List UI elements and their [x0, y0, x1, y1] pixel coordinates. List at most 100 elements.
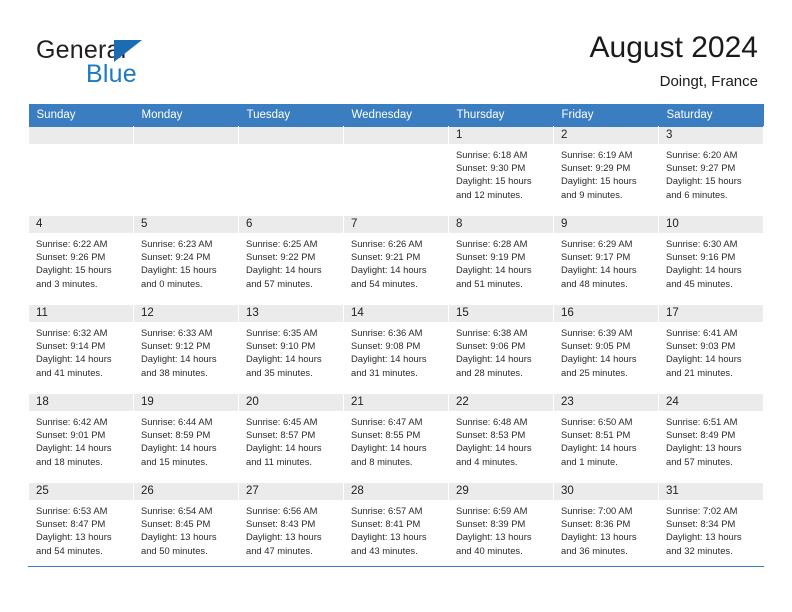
calendar-day-cell[interactable]: 1 Sunrise: 6:18 AM Sunset: 9:30 PM Daylight… [448, 126, 554, 216]
day-cell-inner: 22 Sunrise: 6:48 AM Sunset: 8:53 PM Dayligh… [449, 394, 553, 482]
day-number: 28 [344, 483, 448, 500]
day-details: Sunrise: 6:22 AM Sunset: 9:26 PM Daylight:… [29, 233, 133, 290]
calendar-day-cell[interactable]: 20 Sunrise: 6:45 AM Sunset: 8:57 PM Dayligh… [238, 393, 344, 483]
sunrise-text: Sunrise: 6:51 AM [666, 416, 738, 427]
calendar-day-cell[interactable]: 10 Sunrise: 6:30 AM Sunset: 9:16 PM Dayligh… [658, 215, 764, 305]
calendar-day-cell[interactable]: 7 Sunrise: 6:26 AM Sunset: 9:21 PM Daylight… [343, 215, 449, 305]
daylight-text-line1: Daylight: 14 hours [561, 442, 637, 454]
day-number: 31 [659, 483, 763, 500]
day-number: 24 [659, 394, 763, 411]
day-number: 3 [659, 127, 763, 144]
sunrise-text: Sunrise: 6:23 AM [141, 238, 213, 249]
calendar-day-cell[interactable]: 2 Sunrise: 6:19 AM Sunset: 9:29 PM Daylight… [553, 126, 659, 216]
weekday-header-sunday: Sunday [28, 104, 134, 127]
daylight-text-line1: Daylight: 15 hours [141, 264, 217, 276]
calendar-day-cell[interactable]: 8 Sunrise: 6:28 AM Sunset: 9:19 PM Daylight… [448, 215, 554, 305]
sunrise-text: Sunrise: 6:30 AM [666, 238, 738, 249]
daylight-text-line1: Daylight: 14 hours [666, 353, 742, 365]
day-number: 10 [659, 216, 763, 233]
sunrise-text: Sunrise: 6:22 AM [36, 238, 108, 249]
daylight-text-line2: and 9 minutes. [561, 188, 623, 200]
day-details: Sunrise: 6:25 AM Sunset: 9:22 PM Daylight:… [239, 233, 343, 290]
day-details: Sunrise: 6:54 AM Sunset: 8:45 PM Daylight:… [134, 500, 238, 557]
calendar-day-cell[interactable]: 11 Sunrise: 6:32 AM Sunset: 9:14 PM Dayligh… [28, 304, 134, 394]
calendar-day-cell[interactable]: 22 Sunrise: 6:48 AM Sunset: 8:53 PM Dayligh… [448, 393, 554, 483]
daylight-text-line2: and 21 minutes. [666, 366, 733, 378]
general-blue-logo[interactable]: General Blue [36, 36, 206, 88]
logo-text-blue: Blue [86, 60, 137, 88]
sunrise-text: Sunrise: 6:19 AM [561, 149, 633, 160]
sunset-text: Sunset: 9:03 PM [666, 340, 736, 352]
day-cell-inner: 23 Sunrise: 6:50 AM Sunset: 8:51 PM Dayligh… [554, 394, 658, 482]
daylight-text-line2: and 4 minutes. [456, 455, 518, 467]
daylight-text-line2: and 35 minutes. [246, 366, 313, 378]
calendar-day-cell[interactable]: 3 Sunrise: 6:20 AM Sunset: 9:27 PM Daylight… [658, 126, 764, 216]
calendar-day-cell[interactable]: 15 Sunrise: 6:38 AM Sunset: 9:06 PM Dayligh… [448, 304, 554, 394]
day-number: 12 [134, 305, 238, 322]
day-number: 21 [344, 394, 448, 411]
calendar-day-cell[interactable]: 27 Sunrise: 6:56 AM Sunset: 8:43 PM Dayligh… [238, 482, 344, 572]
sunrise-text: Sunrise: 6:56 AM [246, 505, 318, 516]
calendar-day-cell[interactable]: 4 Sunrise: 6:22 AM Sunset: 9:26 PM Daylight… [28, 215, 134, 305]
calendar-day-cell[interactable]: 17 Sunrise: 6:41 AM Sunset: 9:03 PM Dayligh… [658, 304, 764, 394]
calendar-day-cell[interactable]: 18 Sunrise: 6:42 AM Sunset: 9:01 PM Dayligh… [28, 393, 134, 483]
calendar-day-cell[interactable]: 23 Sunrise: 6:50 AM Sunset: 8:51 PM Dayligh… [553, 393, 659, 483]
day-cell-inner: 26 Sunrise: 6:54 AM Sunset: 8:45 PM Dayligh… [134, 483, 238, 571]
day-details: Sunrise: 6:30 AM Sunset: 9:16 PM Daylight:… [659, 233, 763, 290]
daylight-text-line1: Daylight: 15 hours [456, 175, 532, 187]
calendar-day-cell[interactable]: 19 Sunrise: 6:44 AM Sunset: 8:59 PM Dayligh… [133, 393, 239, 483]
calendar-day-cell[interactable]: 24 Sunrise: 6:51 AM Sunset: 8:49 PM Dayligh… [658, 393, 764, 483]
day-details: Sunrise: 6:38 AM Sunset: 9:06 PM Daylight:… [449, 322, 553, 379]
day-cell-inner [344, 127, 448, 215]
calendar-day-cell[interactable]: 13 Sunrise: 6:35 AM Sunset: 9:10 PM Dayligh… [238, 304, 344, 394]
sunrise-text: Sunrise: 7:02 AM [666, 505, 738, 516]
day-number: 11 [29, 305, 133, 322]
day-number: 27 [239, 483, 343, 500]
sunset-text: Sunset: 9:05 PM [561, 340, 631, 352]
day-number: 30 [554, 483, 658, 500]
sunset-text: Sunset: 9:24 PM [141, 251, 211, 263]
sunrise-text: Sunrise: 6:29 AM [561, 238, 633, 249]
sunset-text: Sunset: 8:57 PM [246, 429, 316, 441]
day-number: 25 [29, 483, 133, 500]
calendar-day-cell[interactable]: 5 Sunrise: 6:23 AM Sunset: 9:24 PM Daylight… [133, 215, 239, 305]
daylight-text-line1: Daylight: 14 hours [561, 264, 637, 276]
calendar-day-cell[interactable]: 21 Sunrise: 6:47 AM Sunset: 8:55 PM Dayligh… [343, 393, 449, 483]
calendar-day-cell[interactable]: 30 Sunrise: 7:00 AM Sunset: 8:36 PM Dayligh… [553, 482, 659, 572]
calendar-day-cell[interactable]: 28 Sunrise: 6:57 AM Sunset: 8:41 PM Dayligh… [343, 482, 449, 572]
calendar-day-cell[interactable]: 29 Sunrise: 6:59 AM Sunset: 8:39 PM Dayligh… [448, 482, 554, 572]
sunset-text: Sunset: 8:41 PM [351, 518, 421, 530]
day-number: 13 [239, 305, 343, 322]
calendar-day-cell[interactable]: 26 Sunrise: 6:54 AM Sunset: 8:45 PM Dayligh… [133, 482, 239, 572]
daylight-text-line1: Daylight: 14 hours [456, 442, 532, 454]
daylight-text-line1: Daylight: 14 hours [351, 353, 427, 365]
daylight-text-line1: Daylight: 13 hours [456, 531, 532, 543]
sunrise-text: Sunrise: 6:57 AM [351, 505, 423, 516]
day-details: Sunrise: 6:45 AM Sunset: 8:57 PM Daylight:… [239, 411, 343, 468]
calendar-day-cell[interactable]: 9 Sunrise: 6:29 AM Sunset: 9:17 PM Daylight… [553, 215, 659, 305]
daylight-text-line2: and 57 minutes. [246, 277, 313, 289]
calendar-day-cell[interactable]: 16 Sunrise: 6:39 AM Sunset: 9:05 PM Dayligh… [553, 304, 659, 394]
sunrise-text: Sunrise: 6:32 AM [36, 327, 108, 338]
daylight-text-line1: Daylight: 13 hours [246, 531, 322, 543]
day-cell-inner: 11 Sunrise: 6:32 AM Sunset: 9:14 PM Dayligh… [29, 305, 133, 393]
calendar-day-cell[interactable]: 12 Sunrise: 6:33 AM Sunset: 9:12 PM Dayligh… [133, 304, 239, 394]
daylight-text-line2: and 57 minutes. [666, 455, 733, 467]
day-cell-inner: 5 Sunrise: 6:23 AM Sunset: 9:24 PM Daylight… [134, 216, 238, 304]
calendar-header-row: Sunday Monday Tuesday Wednesday Thursday… [28, 104, 764, 127]
sunrise-text: Sunrise: 6:41 AM [666, 327, 738, 338]
day-number: 14 [344, 305, 448, 322]
calendar-day-cell[interactable]: 14 Sunrise: 6:36 AM Sunset: 9:08 PM Dayligh… [343, 304, 449, 394]
day-cell-inner: 18 Sunrise: 6:42 AM Sunset: 9:01 PM Dayligh… [29, 394, 133, 482]
sunrise-text: Sunrise: 6:44 AM [141, 416, 213, 427]
calendar-day-cell[interactable]: 31 Sunrise: 7:02 AM Sunset: 8:34 PM Dayligh… [658, 482, 764, 572]
day-number: 22 [449, 394, 553, 411]
sunrise-text: Sunrise: 6:36 AM [351, 327, 423, 338]
sunrise-text: Sunrise: 6:25 AM [246, 238, 318, 249]
day-cell-inner: 2 Sunrise: 6:19 AM Sunset: 9:29 PM Daylight… [554, 127, 658, 215]
calendar-day-cell[interactable]: 6 Sunrise: 6:25 AM Sunset: 9:22 PM Daylight… [238, 215, 344, 305]
sunset-text: Sunset: 9:01 PM [36, 429, 106, 441]
calendar-day-cell[interactable]: 25 Sunrise: 6:53 AM Sunset: 8:47 PM Dayligh… [28, 482, 134, 572]
daylight-text-line1: Daylight: 13 hours [561, 531, 637, 543]
daylight-text-line1: Daylight: 14 hours [246, 353, 322, 365]
